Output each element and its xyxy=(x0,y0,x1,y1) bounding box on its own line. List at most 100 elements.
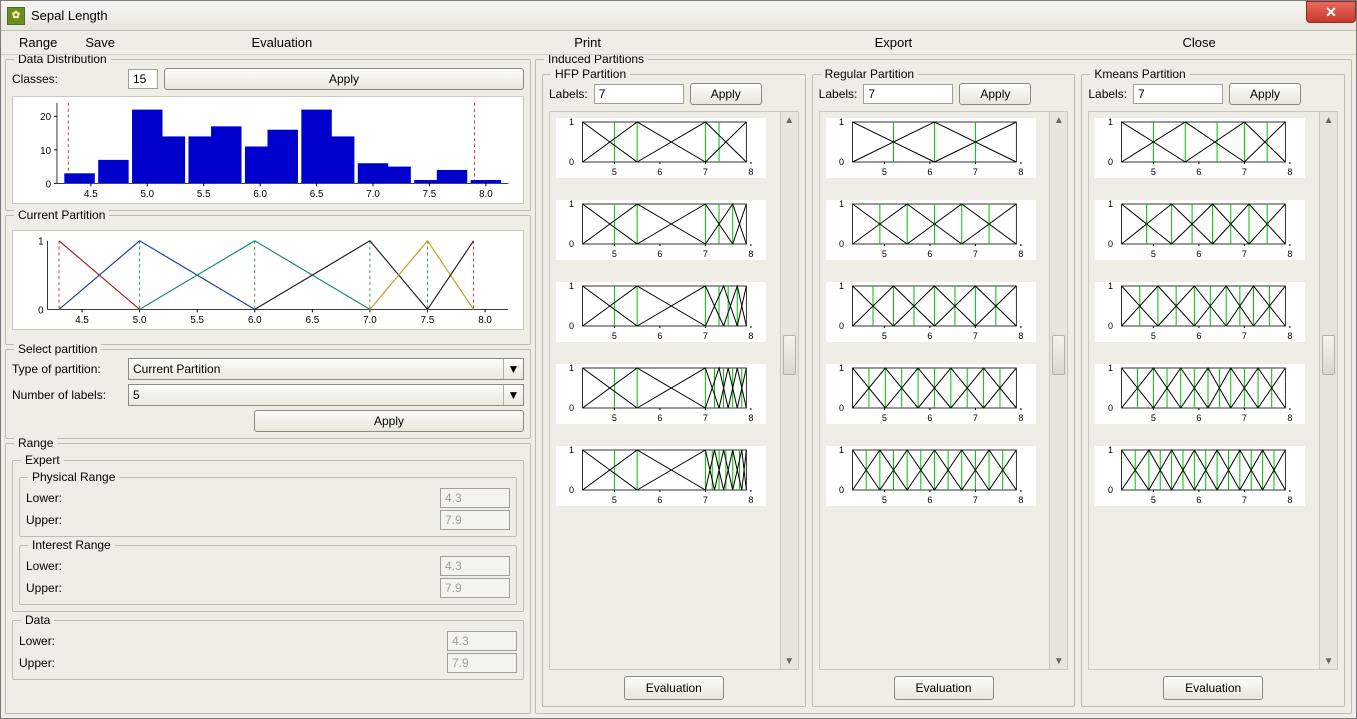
physical-upper-input[interactable] xyxy=(440,510,510,530)
svg-text:1: 1 xyxy=(1108,364,1113,373)
induced-partitions-group: Induced Partitions HFP Partition Labels:… xyxy=(535,59,1352,714)
svg-text:5: 5 xyxy=(612,331,617,341)
data-upper-input[interactable] xyxy=(447,653,517,673)
svg-text:0: 0 xyxy=(1108,403,1113,413)
scroll-down-icon[interactable]: ▼ xyxy=(1050,653,1067,669)
scroll-down-icon[interactable]: ▼ xyxy=(781,653,798,669)
scrollbar[interactable]: ▲ ▼ xyxy=(780,112,798,669)
partition-column: HFP Partition Labels: Apply 015678015678… xyxy=(542,74,806,707)
labels-input[interactable] xyxy=(594,84,684,104)
partition-miniplot: 015678 xyxy=(1095,282,1305,342)
physical-range-legend: Physical Range xyxy=(28,470,119,484)
partition-apply-button[interactable]: Apply xyxy=(959,83,1031,105)
menu-close[interactable]: Close xyxy=(1046,31,1352,54)
scroll-thumb[interactable] xyxy=(1052,335,1065,375)
svg-text:6: 6 xyxy=(657,249,662,259)
type-of-partition-value: Current Partition xyxy=(133,362,220,376)
svg-text:5: 5 xyxy=(1151,495,1156,505)
partition-apply-button[interactable]: Apply xyxy=(690,83,762,105)
data-lower-input[interactable] xyxy=(447,631,517,651)
svg-text:8: 8 xyxy=(1018,249,1023,259)
svg-text:5: 5 xyxy=(882,413,887,423)
select-partition-group: Select partition Type of partition: Curr… xyxy=(5,349,531,439)
svg-text:7.0: 7.0 xyxy=(366,189,380,200)
svg-text:8.0: 8.0 xyxy=(478,315,492,326)
svg-text:8: 8 xyxy=(748,331,753,341)
svg-text:8: 8 xyxy=(748,167,753,177)
svg-text:7: 7 xyxy=(1242,495,1247,505)
svg-text:0: 0 xyxy=(839,403,844,413)
svg-text:7: 7 xyxy=(973,331,978,341)
scroll-up-icon[interactable]: ▲ xyxy=(781,112,798,128)
number-of-labels-select[interactable]: 5 ▼ xyxy=(128,384,524,406)
interest-upper-input[interactable] xyxy=(440,578,510,598)
svg-text:8: 8 xyxy=(1288,495,1293,505)
labels-label: Labels: xyxy=(819,87,858,101)
partition-miniplot: 015678 xyxy=(826,364,1036,424)
labels-input[interactable] xyxy=(863,84,953,104)
physical-upper-label: Upper: xyxy=(26,513,86,527)
svg-text:5: 5 xyxy=(882,249,887,259)
svg-text:8: 8 xyxy=(1288,331,1293,341)
menu-export[interactable]: Export xyxy=(740,31,1046,54)
svg-text:6: 6 xyxy=(1197,331,1202,341)
evaluation-button[interactable]: Evaluation xyxy=(894,676,994,700)
svg-text:6: 6 xyxy=(657,167,662,177)
menubar: Range Save Evaluation Print Export Close xyxy=(1,31,1356,55)
number-of-labels-label: Number of labels: xyxy=(12,388,122,402)
window-title: Sepal Length xyxy=(31,8,108,23)
svg-text:6: 6 xyxy=(1197,495,1202,505)
svg-text:6: 6 xyxy=(657,413,662,423)
type-of-partition-select[interactable]: Current Partition ▼ xyxy=(128,358,524,380)
svg-text:5: 5 xyxy=(882,331,887,341)
svg-text:0: 0 xyxy=(1108,239,1113,249)
svg-text:7.5: 7.5 xyxy=(423,189,437,200)
menu-evaluation[interactable]: Evaluation xyxy=(129,31,435,54)
current-partition-group: Current Partition 014.55.05.56.06.57.07.… xyxy=(5,215,531,345)
labels-input[interactable] xyxy=(1133,84,1223,104)
select-partition-apply-button[interactable]: Apply xyxy=(254,410,524,432)
scroll-down-icon[interactable]: ▼ xyxy=(1320,653,1337,669)
scrollbar[interactable]: ▲ ▼ xyxy=(1049,112,1067,669)
close-button[interactable]: ✕ xyxy=(1306,1,1356,23)
classes-input[interactable] xyxy=(128,69,158,89)
scroll-up-icon[interactable]: ▲ xyxy=(1050,112,1067,128)
menu-range[interactable]: Range xyxy=(5,31,71,54)
svg-text:8: 8 xyxy=(1018,495,1023,505)
scroll-up-icon[interactable]: ▲ xyxy=(1320,112,1337,128)
interest-lower-label: Lower: xyxy=(26,559,86,573)
partition-miniplot: 015678 xyxy=(556,200,766,260)
evaluation-button[interactable]: Evaluation xyxy=(624,676,724,700)
data-upper-label: Upper: xyxy=(19,656,79,670)
svg-text:0: 0 xyxy=(38,305,44,316)
menu-print[interactable]: Print xyxy=(435,31,741,54)
labels-label: Labels: xyxy=(549,87,588,101)
interest-lower-input[interactable] xyxy=(440,556,510,576)
scroll-thumb[interactable] xyxy=(1322,335,1335,375)
svg-text:0: 0 xyxy=(569,485,574,495)
svg-text:6: 6 xyxy=(1197,249,1202,259)
data-dist-apply-button[interactable]: Apply xyxy=(164,68,524,90)
evaluation-button[interactable]: Evaluation xyxy=(1163,676,1263,700)
svg-text:0: 0 xyxy=(569,321,574,331)
range-group: Range Expert Physical Range Lower: Upper… xyxy=(5,443,531,714)
svg-text:0: 0 xyxy=(839,485,844,495)
svg-text:6: 6 xyxy=(927,413,932,423)
svg-text:6: 6 xyxy=(927,331,932,341)
scrollbar[interactable]: ▲ ▼ xyxy=(1319,112,1337,669)
svg-text:5: 5 xyxy=(612,495,617,505)
svg-text:1: 1 xyxy=(38,237,43,248)
svg-text:8: 8 xyxy=(1018,167,1023,177)
partition-miniplot: 015678 xyxy=(826,118,1036,178)
current-partition-plot: 014.55.05.56.06.57.07.58.0 xyxy=(12,230,524,330)
svg-text:4.5: 4.5 xyxy=(84,189,98,200)
svg-text:8: 8 xyxy=(1288,249,1293,259)
partition-apply-button[interactable]: Apply xyxy=(1229,83,1301,105)
scroll-thumb[interactable] xyxy=(783,335,796,375)
app-icon: ✿ xyxy=(7,7,25,25)
menu-save[interactable]: Save xyxy=(71,31,129,54)
physical-lower-input[interactable] xyxy=(440,488,510,508)
expert-group: Expert Physical Range Lower: Upper: Inte… xyxy=(12,460,524,612)
partition-miniplot: 015678 xyxy=(826,200,1036,260)
partition-column: Kmeans Partition Labels: Apply 015678015… xyxy=(1081,74,1345,707)
